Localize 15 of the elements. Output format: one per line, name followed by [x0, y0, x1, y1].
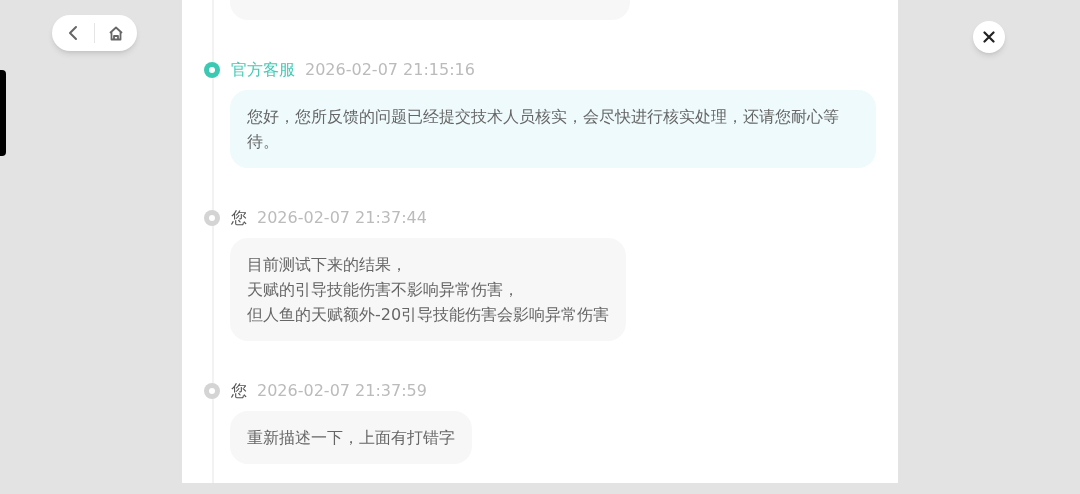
message-time: 2026-02-07 21:37:59 — [257, 380, 427, 402]
close-icon — [983, 31, 995, 43]
author-name: 您 — [231, 380, 247, 402]
message-time: 2026-02-07 21:37:44 — [257, 207, 427, 229]
author-name: 您 — [231, 207, 247, 229]
author-name: 官方客服 — [231, 59, 295, 81]
message-time: 2026-02-07 21:15:16 — [305, 59, 475, 81]
message-text: 但人鱼的天赋额外-20引导技能伤害会影响异常伤害 — [247, 304, 610, 326]
message-text: 重新描述一下，上面有打错字 — [247, 427, 455, 449]
back-icon — [68, 25, 78, 41]
message-text: 天赋的引导技能伤害不影响异常伤害， — [247, 279, 520, 301]
message-text: 目前测试下来的结果， — [247, 254, 408, 276]
close-button[interactable] — [973, 21, 1005, 53]
message-text: 您好，您所反馈的问题已经提交技术人员核实，会尽快进行核实处理，还请您耐心等待。 — [247, 106, 840, 153]
home-icon — [108, 25, 124, 41]
